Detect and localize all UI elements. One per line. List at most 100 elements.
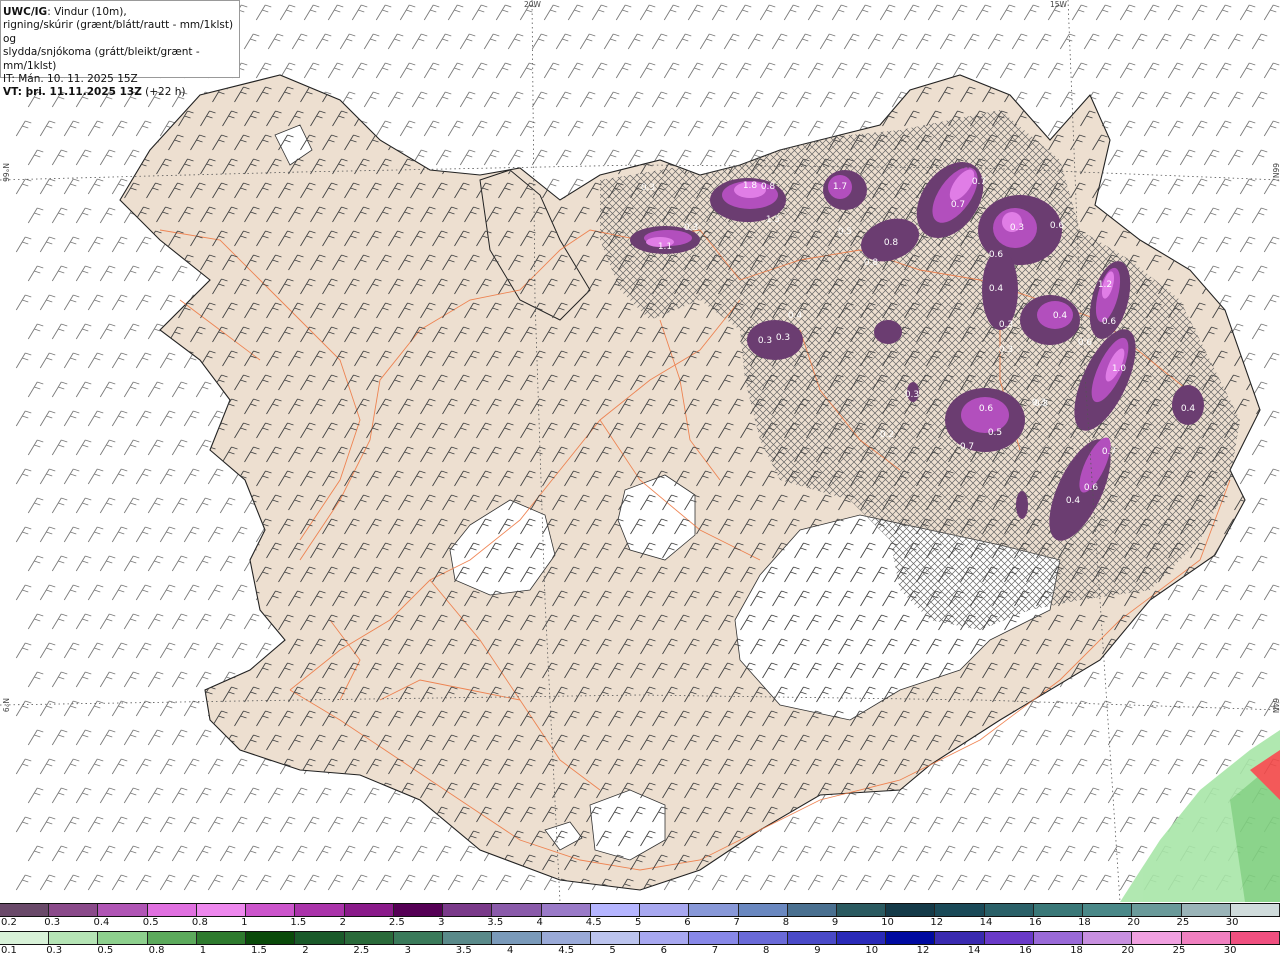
scale-swatch xyxy=(787,904,837,916)
scale-swatch xyxy=(984,932,1034,944)
precip-value-label: 1.5 xyxy=(766,215,780,225)
precip-value-label: 0.6 xyxy=(1102,317,1117,327)
scale-label: 2.5 xyxy=(353,945,370,956)
scale-label: 14 xyxy=(967,945,981,956)
scale-label: 7 xyxy=(711,945,719,956)
precip-value-label: 0.3 xyxy=(776,333,790,343)
scale-label: 3 xyxy=(438,917,445,928)
info-line4: IT: Mán. 10. 11. 2025 15Z xyxy=(3,73,138,86)
precip-value-label: 0.4 xyxy=(1181,404,1196,414)
precip-value-label: 0.3 xyxy=(758,336,772,346)
precip-value-label: 0.6 xyxy=(1084,483,1099,493)
precip-value-label: 0.8 xyxy=(864,258,879,268)
scale-swatch xyxy=(492,932,542,944)
scale-label: 8 xyxy=(782,917,790,928)
scale-label: 1 xyxy=(199,945,207,956)
precip-value-label: 0.8 xyxy=(884,238,899,248)
scale-label: 25 xyxy=(1172,945,1186,956)
precip-value-label: 0.3 xyxy=(999,320,1013,330)
scale-swatch xyxy=(640,904,690,916)
scale-swatch xyxy=(344,932,394,944)
scale-swatch xyxy=(49,932,99,944)
scale-label: 30 xyxy=(1225,917,1239,928)
scale-label: 2 xyxy=(339,917,346,928)
scale-label: 6 xyxy=(660,945,667,956)
grid-label-right-upper: 66N xyxy=(1271,163,1280,179)
scale-swatch xyxy=(246,932,296,944)
precip-value-label: 0.5 xyxy=(838,227,852,237)
precip-value-label: 0.7 xyxy=(1102,447,1116,457)
precip-value-label: 0.6 xyxy=(979,404,994,414)
scale-swatch xyxy=(147,904,197,916)
precip-value-label: 0.3 xyxy=(905,390,919,400)
scale-label: 0.3 xyxy=(44,917,61,928)
scale-swatch xyxy=(984,904,1034,916)
scale-label: 1.5 xyxy=(290,917,307,928)
scale-label: 4.5 xyxy=(558,945,575,956)
info-box: UWC/IG: Vindur (10m), rigning/skúrir (gr… xyxy=(0,0,240,98)
precip-value-label: 0.3 xyxy=(1032,398,1046,408)
scale-label: 3 xyxy=(404,945,411,956)
scale-label: 4 xyxy=(507,945,514,956)
scale-label: 16 xyxy=(1028,917,1042,928)
scale-label: 1.5 xyxy=(251,945,267,956)
scale-label: 0.8 xyxy=(148,945,165,956)
scale-swatch xyxy=(1181,932,1231,944)
scale-swatch xyxy=(443,932,493,944)
precip-value-label: 0.4 xyxy=(1066,496,1081,506)
snow-color-scale: 0.2 0.3 0.4 0.5 0.8 1 1.5 2 2.5 3 3.5 4 4.5 5 6 7 8 9 10 12… xyxy=(0,903,1280,931)
rain-scale-labels: 0.1 0.3 0.5 0.8 1 1.5 2 2.5 3 3.5 4 4.5 5 6 7 8 9 10 12 14 1… xyxy=(0,945,1280,958)
scale-label: 3.5 xyxy=(455,945,472,956)
scale-swatch xyxy=(443,904,493,916)
grid-label-right-lower: 64N xyxy=(1271,698,1280,714)
precip-value-label: 0.4 xyxy=(1053,311,1068,321)
scale-swatch xyxy=(541,904,591,916)
grid-label-top-right: 15W xyxy=(1050,0,1067,9)
scale-swatch xyxy=(1181,904,1231,916)
precip-value-label: 1.1 xyxy=(658,242,672,252)
scale-swatch xyxy=(935,932,985,944)
precip-value-label: 0.3 xyxy=(684,223,698,233)
precip-value-label: 1.7 xyxy=(833,182,847,192)
scale-label: 20 xyxy=(1121,945,1135,956)
scale-label: 20 xyxy=(1127,917,1141,928)
precip-value-label: 1.2 xyxy=(1098,280,1112,290)
scale-swatch xyxy=(492,904,542,916)
scale-label: 18 xyxy=(1070,945,1083,956)
scale-label: 5 xyxy=(635,917,642,928)
info-brand: UWC/IG xyxy=(3,6,48,18)
scale-label: 12 xyxy=(916,945,930,956)
scale-swatch xyxy=(147,932,197,944)
precip-value-label: 0.3 xyxy=(641,183,655,193)
precip-value-label: 0.5 xyxy=(988,428,1002,438)
scale-label: 18 xyxy=(1078,917,1091,928)
scale-swatch xyxy=(393,904,444,916)
precip-value-label: 0.7 xyxy=(951,200,965,210)
scale-label: 2.5 xyxy=(388,917,405,928)
snow-scale-bar xyxy=(0,903,1280,917)
scale-swatch xyxy=(1132,904,1182,916)
scale-label: 12 xyxy=(930,917,944,928)
scale-swatch xyxy=(738,904,788,916)
scale-swatch xyxy=(1230,932,1280,944)
rain-color-scale: 0.1 0.3 0.5 0.8 1 1.5 2 2.5 3 3.5 4 4.5 5 6 7 8 9 10 12 14 1… xyxy=(0,931,1280,959)
scale-label: 2 xyxy=(302,945,309,956)
scale-label: 4 xyxy=(536,917,543,928)
scale-swatch xyxy=(1033,932,1084,944)
scale-label: 8 xyxy=(763,945,770,956)
scale-swatch xyxy=(246,904,296,916)
precip-value-label: 0.2 xyxy=(880,430,894,440)
precip-value-label: 0.6 xyxy=(1078,338,1093,348)
scale-swatch xyxy=(49,904,99,916)
snow-scale-labels: 0.2 0.3 0.4 0.5 0.8 1 1.5 2 2.5 3 3.5 4 4.5 5 6 7 8 9 10 12… xyxy=(0,917,1280,930)
scale-swatch xyxy=(1132,932,1182,944)
scale-swatch xyxy=(689,932,739,944)
scale-swatch xyxy=(935,904,985,916)
scale-swatch xyxy=(0,904,50,916)
scale-label: 10 xyxy=(881,917,894,928)
rain-scale-bar xyxy=(0,931,1280,945)
scale-swatch xyxy=(689,904,739,916)
scale-label: 0.2 xyxy=(1,917,17,928)
scale-swatch xyxy=(196,932,247,944)
precip-value-label: 1.0 xyxy=(1112,364,1127,374)
